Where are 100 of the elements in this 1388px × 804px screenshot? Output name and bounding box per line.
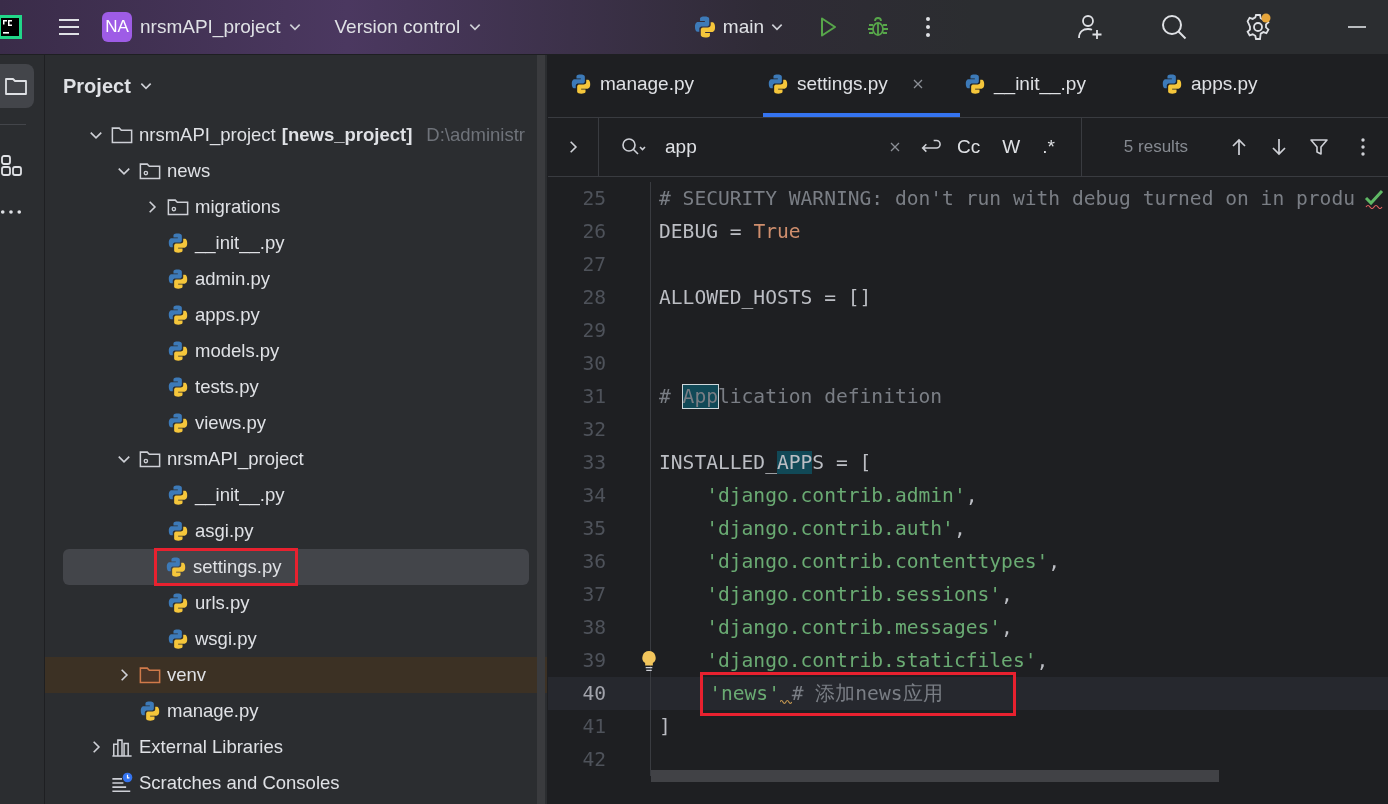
scrollbar[interactable] — [651, 770, 1219, 782]
line-number: 35 — [581, 517, 606, 540]
python-file-icon — [167, 340, 189, 362]
package-folder-icon — [139, 160, 161, 182]
python-file-icon — [139, 700, 161, 722]
minimize-icon[interactable] — [1346, 25, 1368, 29]
structure-icon[interactable] — [0, 154, 24, 178]
package-folder-icon — [167, 196, 189, 218]
python-file-icon — [167, 628, 189, 650]
package-folder-icon — [139, 448, 161, 470]
project-view-menu[interactable]: Project — [63, 74, 153, 98]
editor-tab[interactable]: settings.py — [763, 55, 960, 117]
line-number: 30 — [581, 352, 606, 375]
line-number: 34 — [581, 484, 606, 507]
line-number: 28 — [581, 286, 606, 309]
code-line: # SECURITY WARNING: don't run with debug turned on in produ — [659, 187, 1355, 210]
folder-icon — [139, 664, 161, 686]
filter-icon[interactable] — [1308, 137, 1331, 157]
line-number: 27 — [581, 253, 606, 276]
lightbulb-icon[interactable] — [640, 649, 658, 672]
clear-icon[interactable] — [889, 141, 901, 153]
code-line: 'django.contrib.auth', — [706, 517, 966, 540]
python-file-icon — [167, 268, 189, 290]
app-logo-icon — [0, 15, 22, 39]
python-file-icon — [167, 232, 189, 254]
tree-item[interactable]: news — [63, 153, 529, 189]
folder-icon — [111, 124, 133, 146]
code-line: DEBUG = True — [659, 220, 801, 243]
python-file-icon — [165, 556, 187, 578]
line-number: 36 — [581, 550, 606, 573]
code-line: 'django.contrib.staticfiles', — [706, 649, 1049, 672]
tree-item[interactable]: __init__.py — [63, 225, 529, 261]
tree-item[interactable]: models.py — [63, 333, 529, 369]
settings-icon[interactable] — [1244, 13, 1272, 41]
code-line: 'django.contrib.sessions', — [706, 583, 1013, 606]
more-tools-icon[interactable] — [0, 209, 22, 215]
close-icon[interactable] — [911, 78, 924, 90]
python-file-icon — [767, 73, 789, 95]
tree-item[interactable]: __init__.py — [63, 477, 529, 513]
editor-tab[interactable]: __init__.py — [960, 55, 1157, 117]
python-file-icon — [167, 304, 189, 326]
line-number: 31 — [581, 385, 606, 408]
tree-item[interactable]: settings.py — [63, 549, 529, 585]
search-icon[interactable] — [1160, 13, 1188, 41]
line-number: 41 — [581, 715, 606, 738]
version-control-menu[interactable]: Version control — [326, 16, 483, 38]
project-tool-button[interactable] — [0, 64, 34, 108]
code-line: 'django.contrib.contenttypes', — [706, 550, 1061, 573]
bug-icon[interactable] — [866, 15, 890, 39]
code-line: # Application definition — [659, 385, 943, 408]
scratches-icon — [111, 772, 133, 794]
libraries-icon — [111, 736, 133, 758]
add-user-icon[interactable] — [1076, 13, 1104, 41]
tree-item[interactable]: apps.py — [63, 297, 529, 333]
tree-item[interactable]: nrsmAPI_project — [63, 441, 529, 477]
python-icon — [692, 15, 717, 39]
tree-item[interactable]: External Libraries — [63, 729, 529, 765]
search-option-toggle[interactable]: .* — [1036, 136, 1061, 158]
python-file-icon — [167, 376, 189, 398]
line-number: 37 — [581, 583, 606, 606]
line-number: 29 — [581, 319, 606, 342]
tree-item[interactable]: manage.py — [63, 693, 529, 729]
tree-item[interactable]: views.py — [63, 405, 529, 441]
inspection-ok-icon[interactable] — [1364, 188, 1384, 209]
line-number: 32 — [581, 418, 606, 441]
line-number: 33 — [581, 451, 606, 474]
code-line: ] — [659, 715, 671, 738]
code-line: 'django.contrib.messages', — [706, 616, 1013, 639]
line-number: 26 — [581, 220, 606, 243]
search-option-toggle[interactable]: Cc — [951, 136, 987, 158]
line-number: 42 — [581, 748, 606, 771]
python-file-icon — [167, 412, 189, 434]
find-field[interactable]: app — [599, 127, 889, 167]
line-number: 39 — [581, 649, 606, 672]
python-file-icon — [570, 73, 592, 95]
python-file-icon — [1161, 73, 1183, 95]
run-config-menu[interactable]: main — [684, 15, 784, 39]
line-number: 25 — [581, 187, 606, 210]
editor-tab[interactable]: manage.py — [566, 55, 763, 117]
code-line: INSTALLED_APPS = [ — [659, 451, 872, 474]
tree-item[interactable]: asgi.py — [63, 513, 529, 549]
search-icon[interactable] — [621, 137, 647, 157]
project-badge: NA — [102, 12, 132, 42]
tree-item[interactable]: migrations — [63, 189, 529, 225]
scrollbar[interactable] — [537, 55, 545, 804]
editor-tab[interactable]: apps.py — [1157, 55, 1354, 117]
python-file-icon — [167, 520, 189, 542]
tree-item[interactable]: urls.py — [63, 585, 529, 621]
line-number: 38 — [581, 616, 606, 639]
search-option-toggle[interactable]: W — [996, 136, 1027, 158]
project-menu[interactable]: nrsmAPI_project — [132, 16, 303, 38]
tree-item[interactable]: admin.py — [63, 261, 529, 297]
more-icon[interactable] — [1360, 137, 1367, 157]
tree-item[interactable]: Scratches and Consoles — [63, 765, 529, 801]
tree-item[interactable]: tests.py — [63, 369, 529, 405]
python-file-icon — [167, 484, 189, 506]
tree-item[interactable]: wsgi.py — [63, 621, 529, 657]
results-count: 5 results — [1123, 137, 1189, 157]
line-number: 40 — [581, 682, 606, 705]
tree-item[interactable]: nrsmAPI_project [news_project] D:\administr — [63, 117, 531, 153]
